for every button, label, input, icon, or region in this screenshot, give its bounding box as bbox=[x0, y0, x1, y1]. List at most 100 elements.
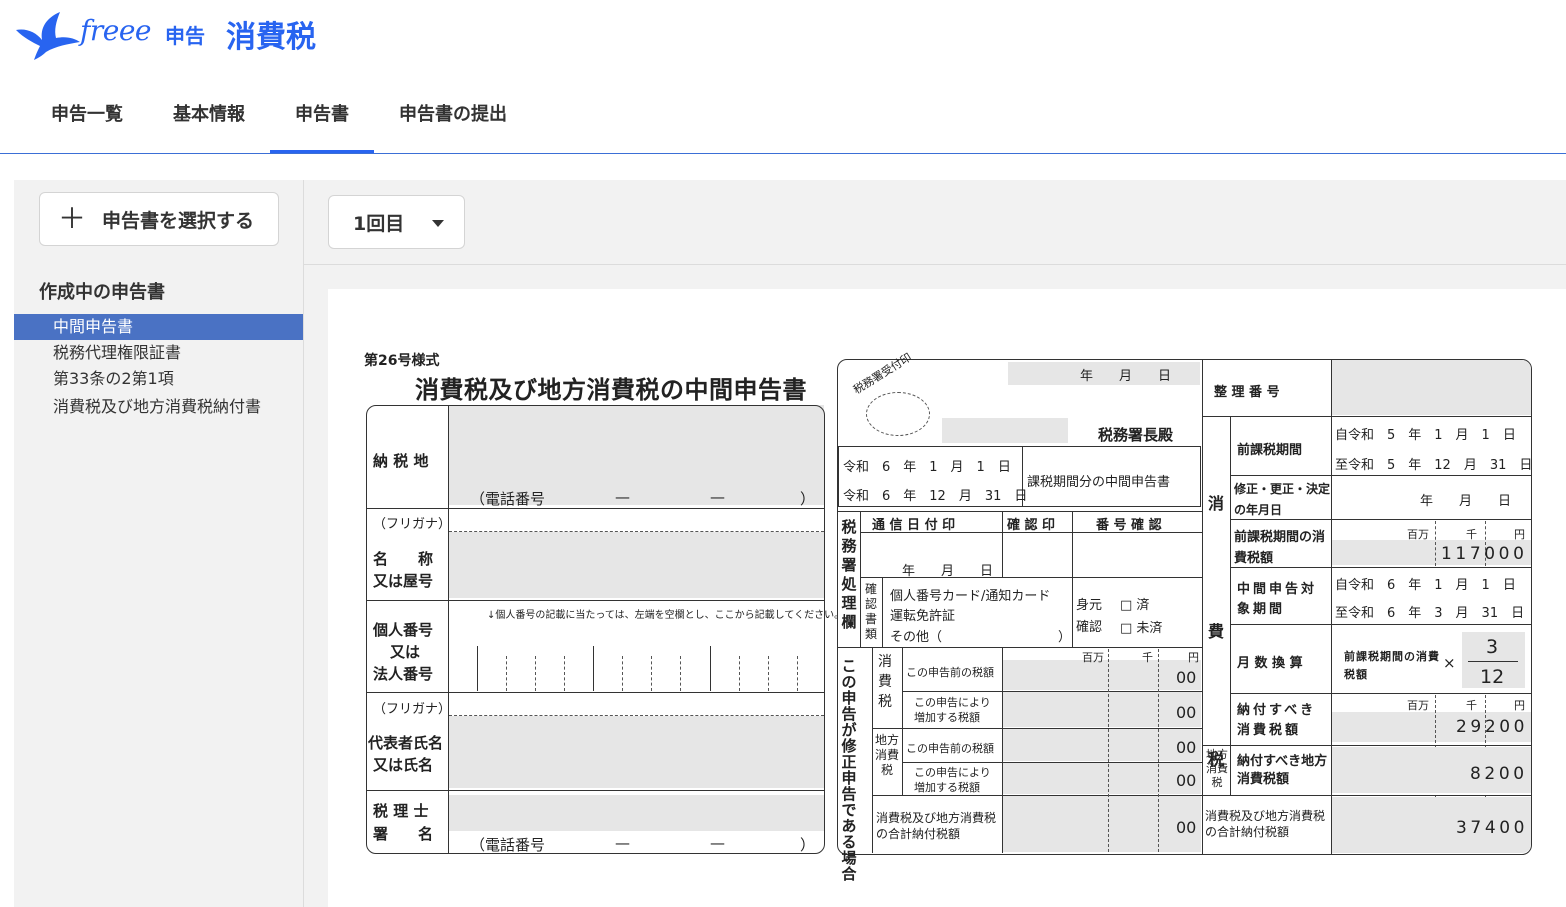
rule bbox=[860, 577, 1202, 578]
rule bbox=[366, 790, 825, 791]
chukan-from: 自令和 6 年 1 月 1 日 bbox=[1335, 578, 1516, 593]
tax-office-field[interactable] bbox=[942, 418, 1068, 443]
tel-dash: — bbox=[710, 834, 725, 852]
row-label: この申告前の税額 bbox=[906, 666, 994, 679]
digit-sep bbox=[477, 646, 478, 691]
tax-office-chief: 税務署長殿 bbox=[1098, 426, 1174, 444]
chukan-to: 至令和 6 年 3 月 31 日 bbox=[1335, 606, 1525, 621]
digit-sep bbox=[506, 656, 507, 691]
caret-down-icon bbox=[432, 220, 444, 227]
digit-sep bbox=[593, 646, 594, 691]
select-form-label: 申告書を選択する bbox=[102, 209, 255, 232]
digit-sep bbox=[564, 656, 565, 691]
value-zero: 00 bbox=[1176, 771, 1197, 790]
zenki-period-label: 前課税期間 bbox=[1237, 443, 1303, 458]
check-not-done[interactable]: □ 未済 bbox=[1120, 617, 1162, 636]
sidebar-item-proxy-certificate[interactable]: 税務代理権限証書 bbox=[14, 340, 303, 366]
rule bbox=[366, 508, 825, 509]
label-meisho: 名 称 bbox=[373, 550, 434, 568]
tab-return-list[interactable]: 申告一覧 bbox=[26, 92, 148, 154]
personal-number-note: ↓個人番号の記載に当たっては、左端を空欄とし、ここから記載してください。 bbox=[487, 610, 845, 621]
rule bbox=[1230, 475, 1532, 476]
value-zero: 00 bbox=[1176, 738, 1197, 757]
rule bbox=[1230, 416, 1231, 745]
rule bbox=[366, 600, 825, 601]
tel-close: ） bbox=[800, 836, 816, 854]
amend-field-2[interactable] bbox=[1003, 692, 1201, 727]
left-col-divider bbox=[448, 405, 449, 854]
bird-wing-icon bbox=[16, 12, 80, 60]
value-zero: 00 bbox=[1176, 818, 1197, 837]
row-label: この申告により増加する税額 bbox=[914, 766, 991, 794]
rule bbox=[1202, 745, 1532, 746]
check-done[interactable]: □ 済 bbox=[1120, 594, 1149, 613]
nofu-label: 納付すべき消費税額 bbox=[1237, 703, 1317, 738]
tab-submission[interactable]: 申告書の提出 bbox=[374, 92, 532, 154]
value-zero: 00 bbox=[1176, 668, 1197, 687]
app-header: freee 申告 消費税 bbox=[0, 0, 1566, 66]
office-col-label: 税務署処理欄 bbox=[841, 518, 857, 631]
unit-million: 百万 bbox=[1407, 699, 1429, 712]
label-kojin: 個人番号 bbox=[373, 621, 434, 639]
digit-sep bbox=[710, 646, 711, 691]
doc-type-label: 確認書類 bbox=[864, 582, 877, 641]
tel-dash: — bbox=[710, 488, 725, 506]
select-form-button[interactable]: ＋ 申告書を選択する bbox=[39, 192, 279, 246]
rule bbox=[1002, 511, 1003, 577]
local-tax-section: 地方消費税 bbox=[1206, 748, 1228, 789]
fraction-denominator: 12 bbox=[1480, 666, 1505, 688]
row-label: この申告により増加する税額 bbox=[914, 696, 991, 724]
rule bbox=[1202, 795, 1532, 796]
logo-product: 申告 bbox=[165, 24, 205, 48]
rule bbox=[449, 715, 824, 716]
doc-type-2: 運転免許証 bbox=[890, 609, 956, 624]
unit-sep bbox=[1158, 649, 1159, 852]
label-daihyo: 代表者氏名 bbox=[368, 734, 444, 752]
rule bbox=[882, 577, 883, 647]
sidebar-item-article-33[interactable]: 第33条の2第1項 bbox=[14, 366, 303, 392]
consumption-tax-col: 消費税 bbox=[878, 654, 892, 710]
total-label: 消費税及び地方消費税の合計納付税額 bbox=[1205, 809, 1326, 839]
row-label: 消費税及び地方消費税の合計納付税額 bbox=[876, 811, 997, 841]
label-nozeichi: 納 税 地 bbox=[373, 452, 429, 470]
sidebar-item-interim-return[interactable]: 中間申告書 bbox=[14, 314, 303, 340]
form-toolbar: 1回目 bbox=[304, 180, 1566, 265]
form-title: 消費税及び地方消費税の中間申告書 bbox=[415, 376, 807, 404]
round-select[interactable]: 1回目 bbox=[328, 195, 465, 249]
rule bbox=[1202, 416, 1532, 417]
zenki-tax-label: 前課税期間の消費税額 bbox=[1234, 530, 1326, 566]
unit-thousand: 千 bbox=[1466, 528, 1477, 541]
sidebar-item-payment-slip[interactable]: 消費税及び地方消費税納付書 bbox=[14, 394, 303, 420]
tel-label: （電話番号 bbox=[470, 836, 546, 854]
doc-type-3-close: ） bbox=[1058, 630, 1072, 645]
local-tax-col: 地方消費税 bbox=[874, 733, 899, 777]
period-from: 令和 6 年 1 月 1 日 bbox=[843, 460, 1011, 475]
tab-return-form[interactable]: 申告書 bbox=[270, 92, 374, 154]
sidebar: ＋ 申告書を選択する 作成中の申告書 中間申告書 税務代理権限証書 第33条の2… bbox=[14, 180, 304, 907]
seiri-number-field[interactable] bbox=[1332, 360, 1531, 415]
value-zero: 00 bbox=[1176, 703, 1197, 722]
tel-label: （電話番号 bbox=[470, 490, 546, 508]
label-mataha: 又は bbox=[390, 643, 421, 661]
zenki-to: 至令和 5 年 12 月 31 日 bbox=[1335, 458, 1533, 473]
amend-field-4[interactable] bbox=[1003, 763, 1201, 794]
chiho-label: 納付すべき地方消費税額 bbox=[1237, 754, 1328, 787]
tab-basic-info[interactable]: 基本情報 bbox=[148, 92, 270, 154]
amend-field-5[interactable] bbox=[1003, 796, 1201, 852]
unit-thousand: 千 bbox=[1466, 699, 1477, 712]
digit-sep bbox=[651, 656, 652, 691]
row-label: この申告前の税額 bbox=[906, 742, 994, 755]
rule bbox=[1230, 745, 1231, 795]
unit-sep bbox=[1435, 521, 1436, 566]
nofu-tax-value: 29200 bbox=[1456, 717, 1529, 737]
round-select-value: 1回目 bbox=[353, 212, 405, 235]
kakunin-label: 確 認 印 bbox=[1007, 518, 1056, 533]
chiho-tax-value: 8200 bbox=[1470, 764, 1528, 784]
rule bbox=[902, 647, 903, 795]
amend-field-3[interactable] bbox=[1003, 729, 1201, 761]
label-shimei: 又は氏名 bbox=[373, 756, 434, 774]
unit-yen: 円 bbox=[1514, 699, 1525, 712]
digit-sep bbox=[739, 656, 740, 691]
sidebar-heading: 作成中の申告書 bbox=[39, 282, 165, 303]
identity-check-label: 身元確認 bbox=[1076, 598, 1103, 635]
